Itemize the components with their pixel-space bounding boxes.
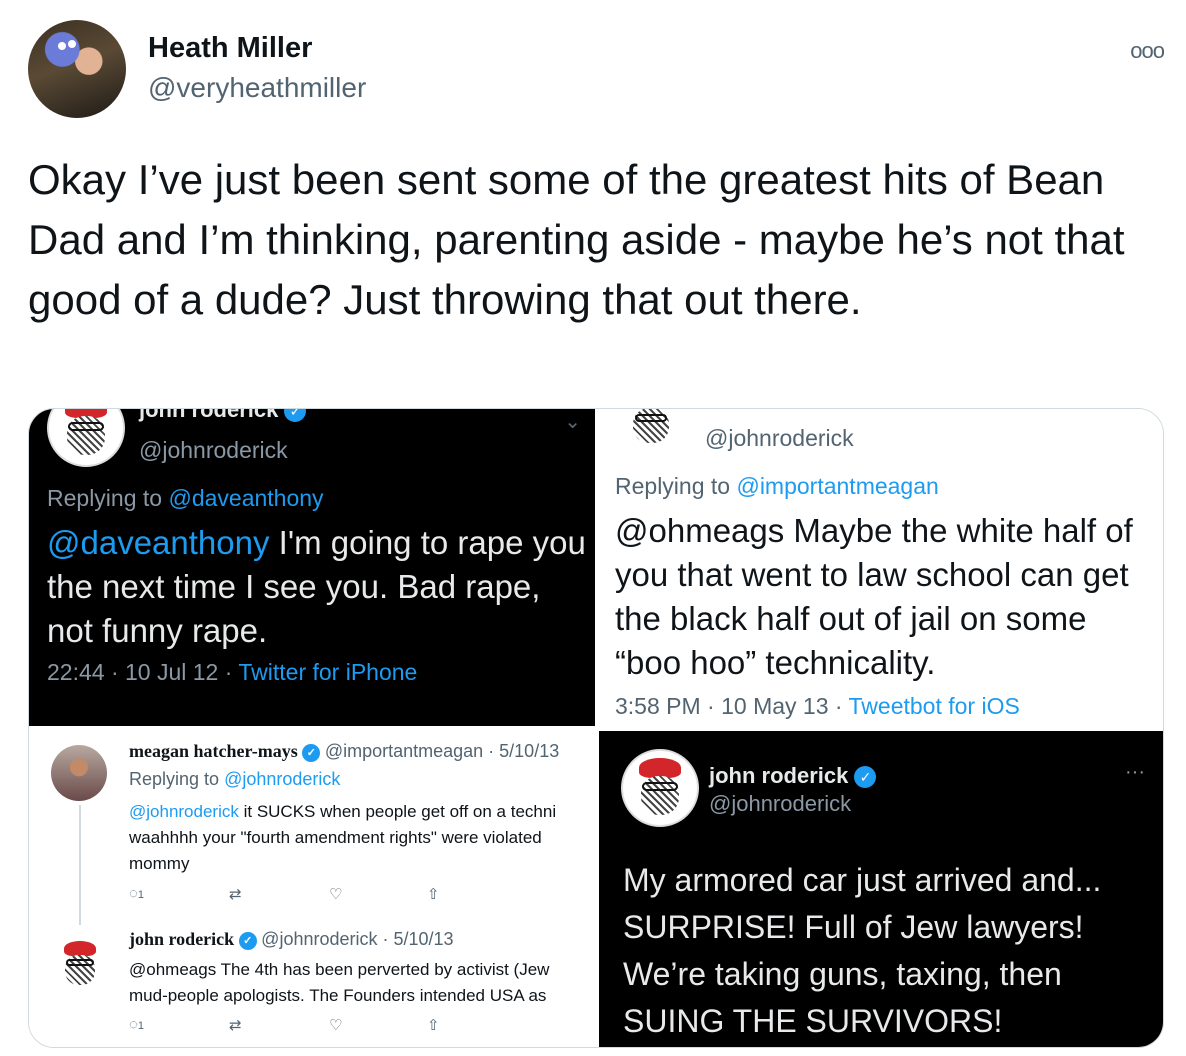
thread-tweet-2-actions: ◌1 ⇄ ♡ ⇧ xyxy=(129,1016,449,1036)
meagan-avatar xyxy=(51,745,107,801)
thread-line xyxy=(79,805,81,925)
screenshot-tweet-meta: 3:58 PM · 10 May 13 · Tweetbot for iOS xyxy=(615,693,1020,719)
thread-tweet-1-actions: ◌1 ⇄ ♡ ⇧ xyxy=(129,885,449,905)
tweet-media-grid[interactable]: john roderick ✓ @johnroderick ⌄ Replying… xyxy=(28,408,1164,1048)
screenshot-author-name: john roderick ✓ xyxy=(139,409,307,423)
more-options-icon: ··· xyxy=(1125,761,1145,783)
replying-to: Replying to @importantmeagan xyxy=(615,473,939,499)
like-icon[interactable]: ♡ xyxy=(329,885,342,903)
retweet-icon[interactable]: ⇄ xyxy=(229,1016,242,1034)
media-image-3[interactable]: meagan hatcher-mays ✓ @importantmeagan ·… xyxy=(29,729,597,1047)
media-image-2[interactable]: @johnroderick Replying to @importantmeag… xyxy=(597,409,1163,730)
verified-icon: ✓ xyxy=(302,743,321,762)
screenshot-author-name: john roderick ✓ xyxy=(709,763,877,789)
share-icon[interactable]: ⇧ xyxy=(427,885,440,903)
roderick-avatar xyxy=(621,749,699,827)
roderick-avatar xyxy=(51,935,109,993)
media-image-4[interactable]: john roderick ✓ @johnroderick ··· My arm… xyxy=(599,731,1163,1047)
screenshot-author-handle: @johnroderick xyxy=(709,791,852,816)
screenshot-tweet-body: @ohmeags Maybe the white half of you tha… xyxy=(615,512,1133,681)
reply-icon[interactable]: ◌1 xyxy=(129,885,144,902)
screenshot-author-handle: @johnroderick xyxy=(139,437,288,463)
more-options-icon[interactable]: ooo xyxy=(1130,38,1165,64)
share-icon[interactable]: ⇧ xyxy=(427,1016,440,1034)
reply-icon[interactable]: ◌1 xyxy=(129,1016,144,1033)
retweet-icon[interactable]: ⇄ xyxy=(229,885,242,903)
screenshot-tweet-body: @daveanthony I'm going to rape you the n… xyxy=(47,524,586,649)
avatar-detail xyxy=(68,40,76,48)
roderick-avatar xyxy=(617,409,685,453)
author-avatar[interactable] xyxy=(28,20,126,118)
tweet-header: Heath Miller @veryheathmiller ooo xyxy=(28,20,1168,120)
replying-to: Replying to @daveanthony xyxy=(47,485,324,511)
screenshot-tweet-body: My armored car just arrived and... SURPR… xyxy=(623,862,1102,1039)
screenshot-author-handle: @johnroderick xyxy=(705,425,854,451)
thread-tweet-2-body: @ohmeags The 4th has been perverted by a… xyxy=(129,960,550,1005)
thread-tweet-1-header: meagan hatcher-mays ✓ @importantmeagan ·… xyxy=(129,741,560,762)
verified-icon: ✓ xyxy=(284,409,307,423)
avatar-detail xyxy=(58,42,66,50)
roderick-avatar xyxy=(47,409,125,467)
like-icon[interactable]: ♡ xyxy=(329,1016,342,1034)
replying-to: Replying to @johnroderick xyxy=(129,769,341,789)
author-handle[interactable]: @veryheathmiller xyxy=(148,72,366,104)
chevron-down-icon: ⌄ xyxy=(564,411,581,433)
thread-tweet-2-header: john roderick ✓ @johnroderick · 5/10/13 xyxy=(129,929,454,950)
tweet-text: Okay I’ve just been sent some of the gre… xyxy=(28,156,1125,323)
media-image-1[interactable]: john roderick ✓ @johnroderick ⌄ Replying… xyxy=(29,409,595,726)
thread-tweet-1-body: @johnroderick it SUCKS when people get o… xyxy=(129,802,557,873)
author-name[interactable]: Heath Miller xyxy=(148,32,312,65)
verified-icon: ✓ xyxy=(854,766,877,789)
screenshot-tweet-meta: 22:44 · 10 Jul 12 · Twitter for iPhone xyxy=(47,659,418,685)
verified-icon: ✓ xyxy=(238,931,257,950)
